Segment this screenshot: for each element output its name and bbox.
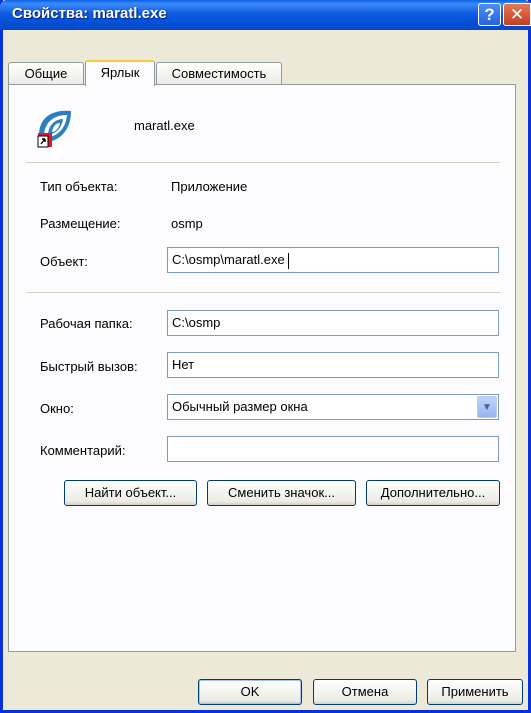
separator <box>26 292 500 293</box>
location-value: osmp <box>171 216 203 231</box>
ok-button[interactable]: OK <box>198 679 302 705</box>
location-label: Размещение: <box>40 216 121 231</box>
comment-field[interactable] <box>167 436 499 462</box>
target-value: C:\osmp\maratl.exe <box>172 252 285 267</box>
window-title: Свойства: maratl.exe <box>12 5 167 22</box>
chevron-down-icon[interactable]: ▼ <box>477 396 497 418</box>
shortcut-key-label: Быстрый вызов: <box>40 359 138 374</box>
title-bar[interactable]: Свойства: maratl.exe ? ✕ <box>0 0 531 30</box>
start-in-label: Рабочая папка: <box>40 316 133 331</box>
shortcut-key-field[interactable]: Нет <box>167 352 499 378</box>
change-icon-button[interactable]: Сменить значок... <box>207 480 356 506</box>
apply-button[interactable]: Применить <box>427 679 523 705</box>
find-target-button[interactable]: Найти объект... <box>64 480 197 506</box>
tab-general[interactable]: Общие <box>8 62 84 84</box>
text-caret <box>287 252 289 269</box>
close-button[interactable]: ✕ <box>503 3 531 26</box>
separator <box>26 162 500 163</box>
advanced-button[interactable]: Дополнительно... <box>366 480 500 506</box>
run-select-value: Обычный размер окна <box>172 399 308 414</box>
start-in-field[interactable]: C:\osmp <box>167 310 499 336</box>
target-field[interactable]: C:\osmp\maratl.exe <box>167 247 499 273</box>
run-label: Окно: <box>40 401 74 416</box>
run-select[interactable]: Обычный размер окна ▼ <box>167 394 499 420</box>
help-button[interactable]: ? <box>478 3 501 26</box>
tab-shortcut[interactable]: Ярлык <box>85 60 155 86</box>
type-label: Тип объекта: <box>40 179 118 194</box>
app-shortcut-icon <box>37 110 71 148</box>
target-label: Объект: <box>40 254 88 269</box>
type-value: Приложение <box>171 179 248 194</box>
cancel-button[interactable]: Отмена <box>313 679 417 705</box>
file-name: maratl.exe <box>134 118 195 133</box>
comment-label: Комментарий: <box>40 443 126 458</box>
tab-compatibility[interactable]: Совместимость <box>156 62 282 84</box>
